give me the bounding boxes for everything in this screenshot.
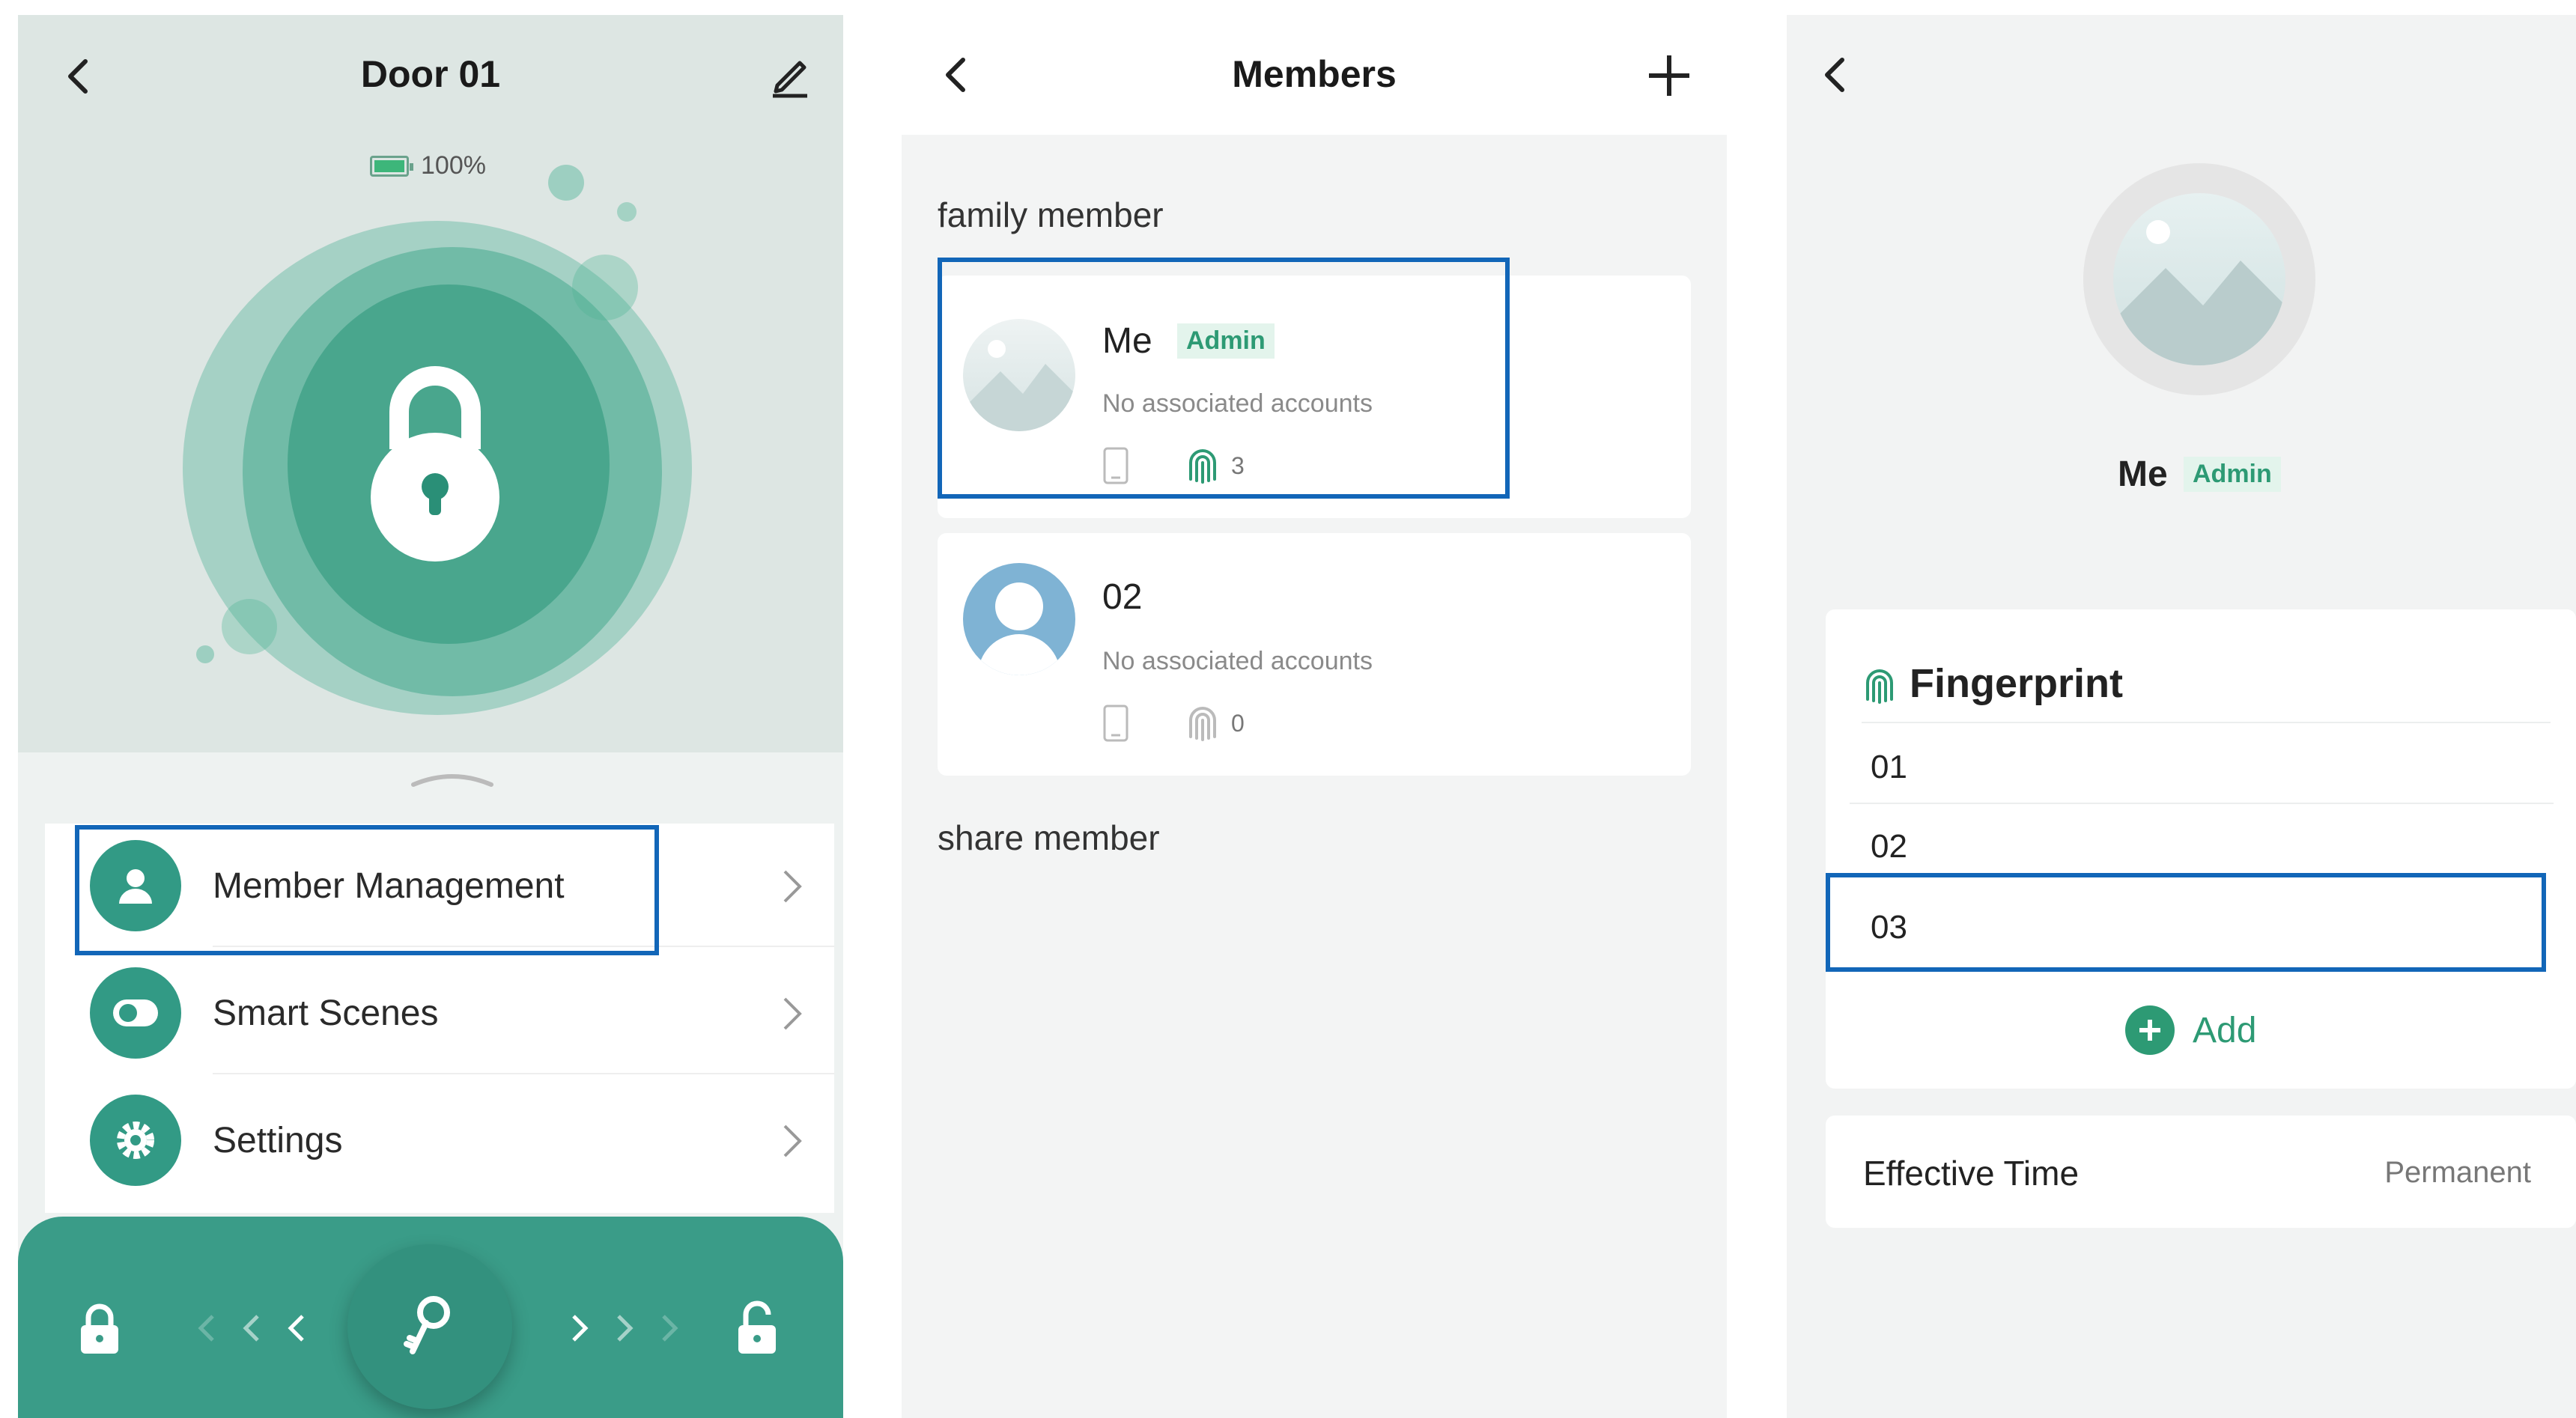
chevron-right-icon	[783, 870, 802, 903]
add-label: Add	[2193, 1010, 2257, 1050]
menu-item-settings[interactable]: Settings	[45, 1078, 834, 1202]
phone-icon	[1103, 705, 1128, 742]
member-subtitle: No associated accounts	[1102, 647, 1373, 675]
divider	[1850, 803, 2554, 804]
effective-time-row[interactable]: Effective Time Permanent	[1826, 1116, 2576, 1228]
menu-label: Smart Scenes	[213, 993, 439, 1033]
fingerprint-icon	[1189, 707, 1216, 741]
gear-icon	[90, 1095, 181, 1186]
menu-label: Settings	[213, 1121, 343, 1160]
admin-badge: Admin	[2184, 457, 2281, 492]
add-fingerprint-button[interactable]: Add	[2125, 1005, 2256, 1055]
door-header: Door 01	[18, 15, 843, 135]
fingerprint-row[interactable]: 01	[1850, 726, 2554, 804]
fingerprint-id: 01	[1871, 749, 1907, 785]
plus-circle-icon	[2125, 1005, 2175, 1055]
fingerprint-row[interactable]: 02	[1850, 806, 2554, 883]
members-screen: Members family member Me Admin No associ…	[902, 15, 1727, 1418]
back-icon[interactable]	[1814, 52, 1859, 97]
swipe-right-arrows-icon	[572, 1315, 678, 1342]
chevron-right-icon	[783, 1125, 802, 1157]
member-card-02[interactable]: 02 No associated accounts 0	[938, 533, 1691, 776]
section-share-member: share member	[938, 818, 1160, 857]
members-header: Members	[902, 15, 1727, 135]
edit-icon[interactable]	[765, 52, 813, 100]
fingerprint-count: 0	[1231, 710, 1245, 737]
unlock-icon[interactable]	[732, 1300, 782, 1355]
page-title: Members	[1232, 53, 1397, 95]
battery-icon	[370, 155, 413, 177]
door-screen: Door 01 100% Member Management Smart Sce…	[18, 15, 843, 1418]
divider	[213, 1073, 834, 1074]
battery-percent: 100%	[421, 151, 486, 180]
highlight-box	[75, 825, 659, 955]
fingerprint-title: Fingerprint	[1910, 661, 2123, 706]
highlight-box	[1826, 873, 2546, 972]
effective-time-label: Effective Time	[1863, 1154, 2080, 1193]
key-icon	[404, 1296, 450, 1354]
avatar	[2083, 163, 2315, 395]
divider	[1862, 722, 2551, 723]
lock-icon[interactable]	[76, 1303, 123, 1355]
decor-dot	[222, 599, 277, 654]
decor-dot	[548, 165, 584, 201]
avatar	[963, 563, 1075, 675]
padlock-icon	[371, 366, 499, 562]
section-family-member: family member	[938, 195, 1164, 234]
fingerprint-icon	[1866, 669, 1893, 704]
menu-item-smart-scenes[interactable]: Smart Scenes	[45, 951, 834, 1074]
member-name: 02	[1102, 577, 1143, 617]
member-detail-screen: Me Admin Fingerprint 01 02 03 Add Effect…	[1787, 15, 2576, 1418]
fingerprint-id: 02	[1871, 828, 1907, 865]
page-title: Door 01	[360, 53, 501, 95]
decor-dot	[196, 645, 214, 663]
decor-dot	[617, 202, 637, 222]
sheet-handle-icon[interactable]	[407, 771, 497, 788]
swipe-left-arrows-icon	[198, 1315, 304, 1342]
key-button[interactable]	[347, 1244, 512, 1409]
plus-icon[interactable]	[1641, 48, 1697, 103]
toggle-icon	[90, 967, 181, 1059]
decor-dot	[572, 255, 638, 320]
effective-time-value: Permanent	[2384, 1156, 2531, 1189]
member-name: Me	[2118, 454, 2168, 494]
chevron-right-icon	[783, 997, 802, 1030]
battery-indicator: 100%	[370, 151, 486, 180]
highlight-box	[938, 258, 1510, 499]
